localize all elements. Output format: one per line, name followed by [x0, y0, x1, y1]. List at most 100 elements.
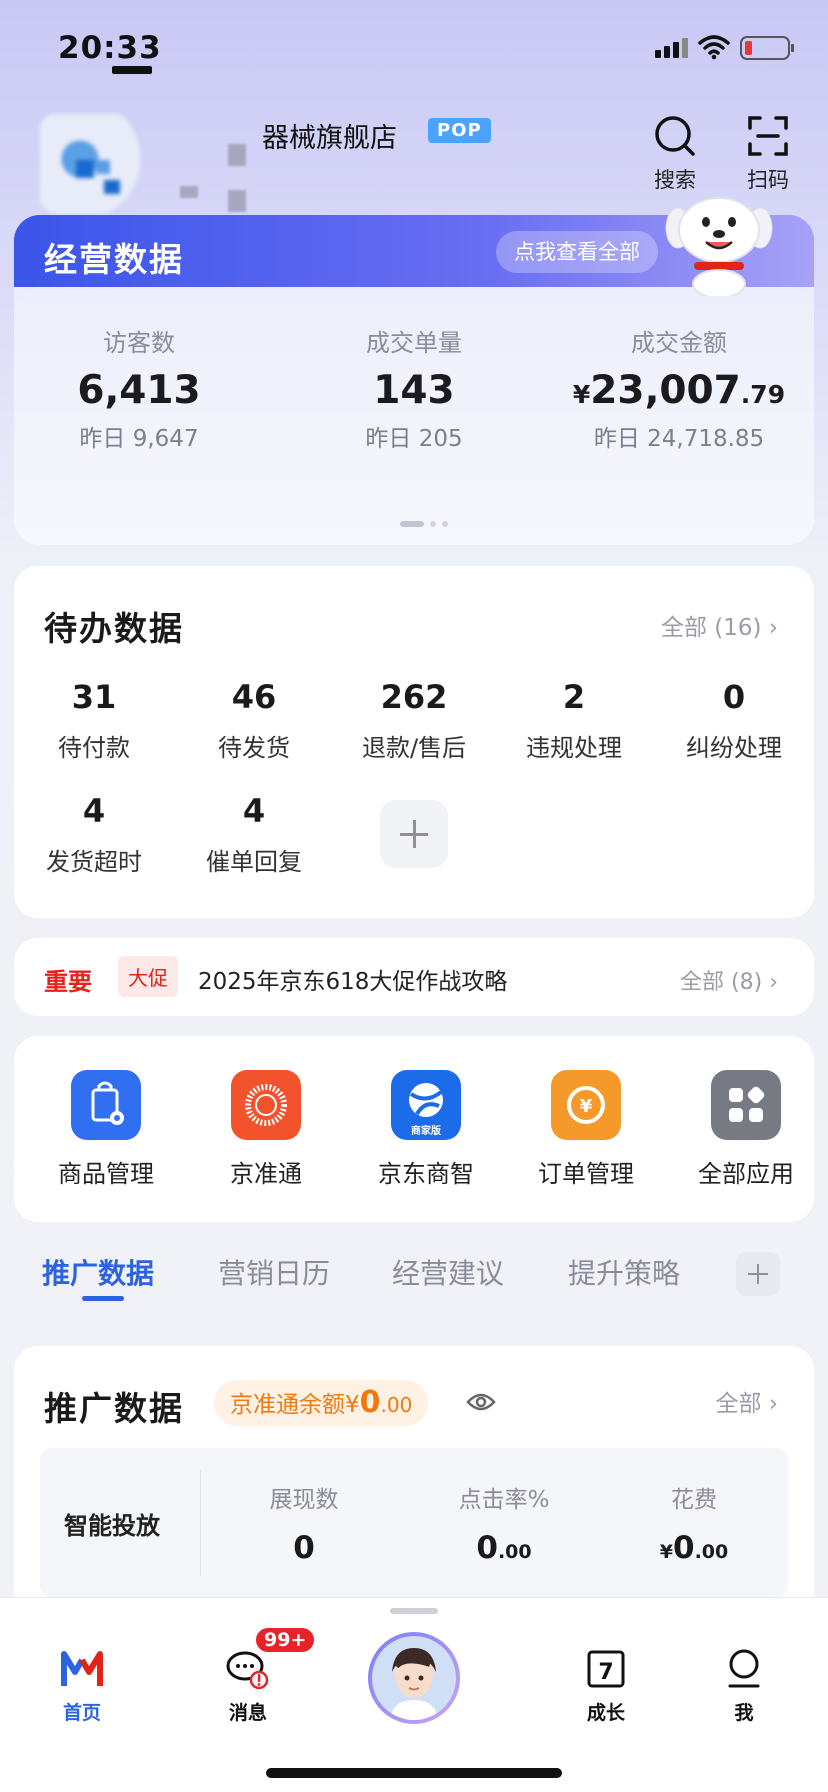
todo-refund-aftersale[interactable]: 262 退款/售后: [334, 678, 494, 763]
todo-dispute[interactable]: 0 纠纷处理: [654, 678, 814, 763]
nav-label: 消息: [228, 1702, 267, 1724]
bottom-nav: 首页 99+ 消息 7 成长 我: [0, 1597, 828, 1792]
eye-icon[interactable]: [466, 1392, 496, 1412]
todo-reminder-reply[interactable]: 4 催单回复: [174, 792, 334, 877]
nav-growth[interactable]: 7 成长: [556, 1646, 656, 1725]
notice-text[interactable]: 2025年京东618大促作战攻略: [198, 962, 507, 996]
promo-all-link[interactable]: 全部 ›: [715, 1384, 778, 1418]
balance-int: 0: [359, 1385, 381, 1420]
chevron-right-icon: ›: [768, 1391, 778, 1417]
app-label: 订单管理: [538, 1160, 634, 1188]
todo-pending-payment[interactable]: 31 待付款: [14, 678, 174, 763]
promo-table[interactable]: 智能投放 展现数 0 点击率% 0.00 花费 ¥0.00: [40, 1448, 788, 1598]
app-order-manage[interactable]: ¥ 订单管理: [506, 1070, 666, 1189]
view-all-business-button[interactable]: 点我查看全部: [496, 231, 658, 273]
todo-all-link[interactable]: 全部 (16) ›: [661, 608, 778, 642]
metric-value-int: 23,007: [590, 368, 741, 413]
message-count-badge: 99+: [254, 1626, 317, 1654]
jd-mascot-icon: [665, 197, 773, 296]
shop-avatar[interactable]: [40, 114, 140, 214]
todo-all-label: 全部 (16): [660, 615, 762, 641]
shop-name[interactable]: 器械旗舰店: [262, 116, 397, 155]
pop-badge: POP: [428, 118, 491, 143]
metric-visitors[interactable]: 访客数 6,413 昨日 9,647: [14, 323, 264, 453]
nav-home[interactable]: 首页: [32, 1646, 132, 1725]
tab-improvement-strategy[interactable]: 提升策略: [568, 1252, 680, 1292]
tab-business-advice[interactable]: 经营建议: [392, 1252, 504, 1292]
metric-label: 访客数: [103, 329, 175, 357]
value-int: 0: [672, 1530, 695, 1566]
currency-symbol: ¥: [659, 1541, 673, 1563]
value-dec: .00: [497, 1541, 532, 1563]
active-tab-indicator: [82, 1296, 124, 1301]
promo-col-spend: 花费 ¥0.00: [604, 1480, 784, 1566]
promo-col-head: 展现数: [269, 1487, 339, 1513]
balance-label: 京准通余额: [230, 1392, 345, 1418]
calendar-growth-icon: 7: [587, 1650, 625, 1688]
todo-label: 待发货: [218, 734, 290, 762]
todo-count: 4: [242, 792, 266, 830]
time-underline: [112, 66, 152, 74]
todo-label: 退款/售后: [361, 734, 467, 762]
app-jd-shangzhi[interactable]: 商家版 京东商智: [346, 1070, 506, 1189]
promo-col-head: 花费: [671, 1487, 717, 1513]
metric-orders[interactable]: 成交单量 143 昨日 205: [289, 323, 539, 453]
todo-count: 262: [380, 678, 448, 716]
ad-balance-pill[interactable]: 京准通余额¥0.00: [214, 1380, 429, 1426]
promo-col-impressions: 展现数 0: [214, 1480, 394, 1566]
todo-violation[interactable]: 2 违规处理: [494, 678, 654, 763]
todo-pending-shipment[interactable]: 46 待发货: [174, 678, 334, 763]
chevron-right-icon: ›: [768, 615, 778, 641]
todo-count: 31: [71, 678, 117, 716]
balance-dec: .00: [380, 1393, 413, 1417]
add-tab-button[interactable]: [736, 1252, 780, 1296]
app-label: 京准通: [230, 1160, 302, 1188]
currency-symbol: ¥: [572, 380, 591, 409]
app-all-apps[interactable]: 全部应用: [666, 1070, 826, 1189]
promo-col-value: ¥0.00: [604, 1530, 784, 1566]
nav-messages[interactable]: 99+ 消息: [198, 1626, 317, 1725]
apps-card: 商品管理 京准通 商家版 京东商智 ¥ 订单管理 全部应用: [14, 1036, 814, 1222]
notice-card[interactable]: 重要 大促 2025年京东618大促作战攻略 全部 (8) ›: [14, 938, 814, 1016]
scan-button[interactable]: 扫码: [733, 114, 803, 194]
search-button[interactable]: 搜索: [640, 114, 710, 194]
drag-handle[interactable]: [390, 1608, 438, 1614]
notice-important-label: 重要: [44, 968, 92, 996]
cellular-signal-icon: [655, 38, 688, 58]
value-int: 0: [476, 1530, 498, 1566]
nav-label: 首页: [62, 1702, 101, 1724]
todo-count: 2: [562, 678, 586, 716]
add-todo-button[interactable]: [380, 800, 448, 868]
promo-col-value: 0.00: [414, 1530, 594, 1566]
todo-label: 发货超时: [46, 848, 142, 876]
growth-day: 7: [598, 1660, 613, 1685]
metric-gmv[interactable]: 成交金额 ¥23,007.79 昨日 24,718.85: [554, 323, 804, 453]
search-icon: [655, 116, 695, 156]
order-manage-icon: ¥: [551, 1070, 621, 1140]
notice-all-link[interactable]: 全部 (8) ›: [680, 964, 778, 996]
tab-marketing-calendar[interactable]: 营销日历: [218, 1252, 330, 1292]
notice-tag: 大促: [118, 956, 178, 997]
metric-value-dec: .79: [740, 380, 786, 409]
notice-all-label: 全部 (8): [680, 970, 763, 995]
assistant-avatar-button[interactable]: [368, 1632, 460, 1724]
todo-label: 纠纷处理: [686, 734, 782, 762]
todo-shipment-overdue[interactable]: 4 发货超时: [14, 792, 174, 877]
jd-shangzhi-icon: 商家版: [391, 1070, 461, 1140]
app-jingzhuntong[interactable]: 京准通: [186, 1070, 346, 1189]
todo-count: 46: [231, 678, 277, 716]
assistant-avatar: [372, 1636, 456, 1720]
scan-label: 扫码: [747, 168, 789, 192]
battery-icon: [740, 36, 794, 60]
promo-col-ctr: 点击率% 0.00: [414, 1480, 594, 1566]
nav-me[interactable]: 我: [694, 1646, 794, 1725]
currency-symbol: ¥: [345, 1392, 360, 1418]
todo-count: 0: [722, 678, 746, 716]
tab-promotion-data[interactable]: 推广数据: [42, 1252, 154, 1292]
todo-count: 4: [82, 792, 106, 830]
scan-icon: [748, 116, 788, 156]
metric-yesterday: 昨日 24,718.85: [593, 426, 765, 452]
search-label: 搜索: [654, 168, 696, 192]
app-product-manage[interactable]: 商品管理: [26, 1070, 186, 1189]
profile-icon: [728, 1649, 760, 1688]
